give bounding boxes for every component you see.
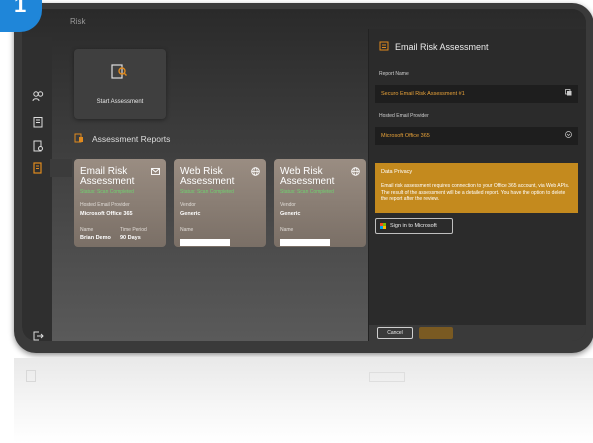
report-card-email[interactable]: Email Risk Assessment Status: Scan Comple…: [74, 159, 166, 247]
email-icon: [151, 167, 160, 178]
globe-icon: [251, 167, 260, 178]
tablet-frame: Risk Start Assessment Assessment Reports…: [14, 3, 593, 353]
logout-icon[interactable]: [31, 329, 45, 341]
reports-icon: [74, 133, 84, 145]
people-icon[interactable]: [31, 89, 45, 103]
sign-in-microsoft-button[interactable]: Sign in to Microsoft: [375, 218, 453, 234]
copy-icon[interactable]: [565, 89, 572, 98]
provider-select[interactable]: Microsoft Office 365: [375, 127, 578, 145]
email-assessment-icon: [379, 41, 389, 53]
status-badge: Status: Scan Completed: [80, 189, 134, 195]
cancel-button[interactable]: Cancel: [377, 327, 413, 339]
app-screen: Risk Start Assessment Assessment Reports…: [22, 9, 586, 341]
start-assessment-label: Start Assessment: [96, 99, 144, 105]
start-assessment-tile[interactable]: Start Assessment: [74, 49, 166, 119]
assessment-icon[interactable]: [31, 161, 45, 175]
building-icon[interactable]: [31, 115, 45, 129]
new-report-icon: [110, 63, 128, 81]
globe-icon: [351, 167, 360, 178]
chevron-down-icon: [565, 131, 572, 140]
data-privacy-notice: Data Privacy Email risk assessment requi…: [375, 163, 578, 213]
provider-label: Hosted Email Provider: [379, 113, 429, 119]
panel-title: Email Risk Assessment: [379, 41, 489, 53]
assessment-panel: Email Risk Assessment Report Name Securo…: [368, 29, 586, 341]
report-icon[interactable]: [31, 139, 45, 153]
assessment-reports-heading: Assessment Reports: [74, 133, 170, 145]
top-label: Risk: [70, 17, 86, 26]
microsoft-logo-icon: [380, 223, 386, 229]
redacted-name: [180, 239, 230, 246]
report-card-web-1[interactable]: Web Risk Assessment Status: Scan Complete…: [174, 159, 266, 247]
sidebar: [22, 37, 72, 341]
report-name-label: Report Name: [379, 71, 409, 77]
report-card-web-2[interactable]: Web Risk Assessment Status: Scan Complete…: [274, 159, 366, 247]
panel-footer: Cancel: [369, 325, 586, 341]
redacted-name: [280, 239, 330, 246]
device-reflection: [14, 358, 593, 443]
status-badge: Status: Scan Completed: [280, 189, 334, 195]
next-button[interactable]: [419, 327, 453, 339]
report-name-field[interactable]: Securo Email Risk Assessment #1: [375, 85, 578, 103]
status-badge: Status: Scan Completed: [180, 189, 234, 195]
